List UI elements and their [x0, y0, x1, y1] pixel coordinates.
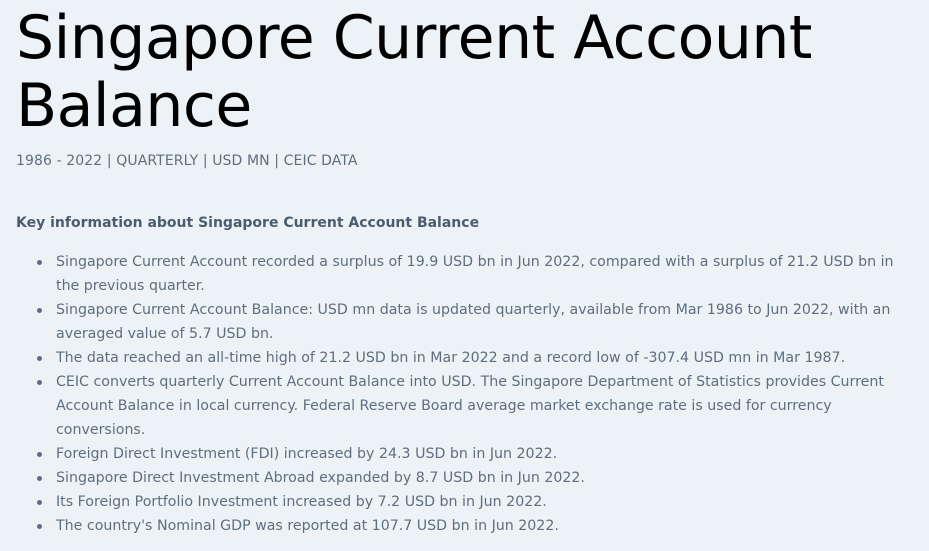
key-info-item: The country's Nominal GDP was reported a… — [37, 514, 896, 538]
page-container: Singapore Current Account Balance 1986 -… — [0, 0, 929, 551]
key-info-item: Singapore Direct Investment Abroad expan… — [37, 466, 896, 490]
key-info-list: Singapore Current Account recorded a sur… — [16, 250, 896, 538]
key-info-heading: Key information about Singapore Current … — [16, 215, 480, 231]
key-info-item: Foreign Direct Investment (FDI) increase… — [37, 442, 896, 466]
page-title: Singapore Current Account Balance — [16, 3, 812, 141]
key-info-item: Singapore Current Account recorded a sur… — [37, 250, 896, 298]
key-info-item: Its Foreign Portfolio Investment increas… — [37, 490, 896, 514]
key-info-item: CEIC converts quarterly Current Account … — [37, 370, 896, 442]
key-info-item: The data reached an all-time high of 21.… — [37, 346, 896, 370]
key-info-item: Singapore Current Account Balance: USD m… — [37, 298, 896, 346]
page-subtitle: 1986 - 2022 | QUARTERLY | USD MN | CEIC … — [16, 153, 358, 169]
